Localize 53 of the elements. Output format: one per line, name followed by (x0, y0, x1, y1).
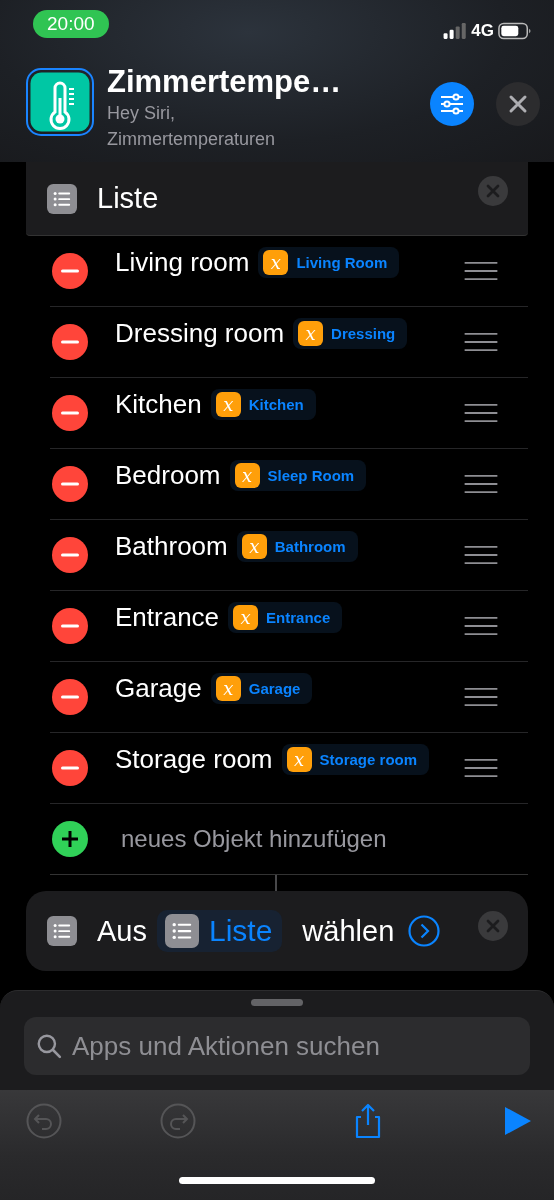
variable-token[interactable]: Liste (157, 910, 283, 952)
delete-button[interactable] (52, 466, 88, 502)
drag-handle-icon[interactable] (463, 545, 499, 565)
list-icon (47, 916, 77, 946)
item-label[interactable]: Dressing room (115, 317, 285, 349)
action-title: Liste (97, 182, 160, 215)
add-item-row[interactable]: neues Objekt hinzufügen (50, 804, 528, 875)
item-label[interactable]: Living room (115, 246, 250, 278)
delete-button[interactable] (52, 750, 88, 786)
shortcut-title: Zimmertempe… (107, 64, 343, 100)
network-label: 4G (471, 21, 494, 41)
variable-token[interactable]: x Entrance (228, 601, 343, 633)
drag-handle-icon[interactable] (463, 758, 499, 778)
battery-icon (498, 22, 532, 40)
thermometer-app-icon[interactable] (26, 68, 94, 136)
action-text: Aus (97, 914, 147, 948)
delete-button[interactable] (52, 253, 88, 289)
delete-button[interactable] (52, 608, 88, 644)
item-label[interactable]: Storage room (115, 743, 273, 775)
variable-token[interactable]: x Sleep Room (229, 459, 367, 491)
drag-handle-icon[interactable] (463, 687, 499, 707)
status-time: 20:00 (33, 10, 109, 38)
item-label[interactable]: Entrance (115, 601, 220, 633)
list-icon (47, 183, 77, 214)
drag-handle-icon[interactable] (463, 261, 499, 281)
variable-token[interactable]: x Garage (210, 672, 313, 704)
item-label[interactable]: Bathroom (115, 530, 228, 562)
search-field[interactable]: Apps und Aktionen suchen (24, 1017, 530, 1075)
connector-line (275, 875, 277, 891)
variable-token[interactable]: x Living Room (258, 246, 400, 278)
signal-icon (443, 23, 468, 39)
drag-handle-icon[interactable] (463, 332, 499, 352)
delete-button[interactable] (52, 395, 88, 431)
settings-button[interactable] (430, 82, 474, 126)
variable-token[interactable]: x Kitchen (210, 388, 316, 420)
drag-handle-icon[interactable] (463, 403, 499, 423)
item-label[interactable]: Garage (115, 672, 202, 704)
item-label[interactable]: Kitchen (115, 388, 202, 420)
delete-button[interactable] (52, 324, 88, 360)
variable-token[interactable]: x Storage room (281, 743, 430, 775)
variable-token[interactable]: x Dressing (293, 317, 408, 349)
delete-button[interactable] (52, 679, 88, 715)
shortcut-subtitle: Hey Siri, Zimmertemperaturen (107, 102, 277, 151)
delete-button[interactable] (52, 537, 88, 573)
drag-handle-icon[interactable] (463, 616, 499, 636)
drag-handle-icon[interactable] (463, 474, 499, 494)
action-text: wählen (302, 914, 395, 948)
list-icon (165, 914, 199, 948)
expand-chevron-button[interactable] (408, 915, 441, 947)
plus-icon (52, 821, 88, 857)
item-label[interactable]: Bedroom (115, 459, 221, 491)
close-button[interactable] (496, 82, 540, 126)
variable-token[interactable]: x Bathroom (236, 530, 358, 562)
